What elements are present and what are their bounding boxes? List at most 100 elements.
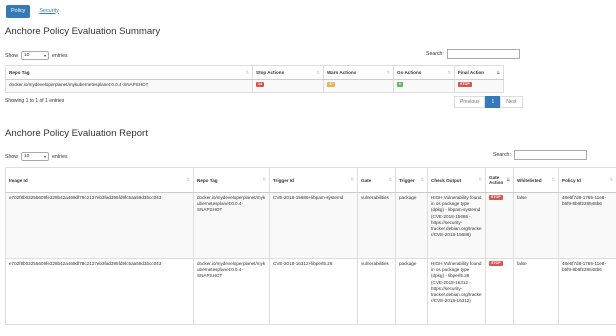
sort-icon: ⇅ — [551, 177, 555, 182]
col-label: Gate Action — [489, 175, 504, 185]
search-label: Search: — [426, 51, 444, 57]
entries-label: entries — [51, 153, 68, 160]
summary-search-input[interactable] — [446, 49, 520, 59]
col-repo-tag[interactable]: Repo Tag ⇅ — [193, 167, 270, 193]
repo-tag-cell: docker.io/mydeveloperplanet/mykubernetes… — [193, 192, 270, 259]
sort-icon: ⇅ — [245, 69, 249, 75]
sort-icon: ⇅ — [386, 69, 390, 75]
sort-icon: ⇅ — [262, 177, 266, 182]
image-id-cell: e702f8b03255609fe328b42a469df79c2137eb3f… — [5, 192, 194, 259]
gate-action-cell: STOP — [485, 258, 514, 325]
stop-count-badge: 14 — [256, 82, 264, 88]
col-image-id[interactable]: Image Id ⇅ — [5, 167, 194, 193]
warn-actions-cell: 37 — [323, 79, 394, 93]
gate-cell: vulnerabilities — [357, 192, 396, 259]
summary-page-size-select[interactable]: 10 ▾ — [20, 51, 49, 60]
summary-length-control: Show 10 ▾ entries — [5, 51, 68, 60]
report-search-input[interactable] — [513, 150, 587, 160]
col-trigger-id[interactable]: Trigger Id ⇅ — [269, 167, 358, 193]
summary-pagination: Previous 1 Next — [454, 96, 523, 108]
final-action-badge: STOP — [458, 82, 472, 88]
col-label: Repo Tag — [197, 177, 218, 183]
chevron-down-icon: ▾ — [43, 53, 46, 58]
col-label: Image Id — [9, 177, 28, 183]
gate-action-cell: STOP — [485, 192, 514, 259]
summary-info: Showing 1 to 1 of 1 entries — [5, 98, 65, 104]
sort-icon: ⇅ — [478, 177, 482, 182]
policy-id-cell: 48e6f7d8-1765-11e8-b5f9-8b6f228548b6 — [558, 258, 616, 325]
sort-icon: ⇅ — [316, 69, 320, 75]
col-gate[interactable]: Gate ⇅ — [357, 167, 396, 193]
report-length-control: Show 10 ▾ entries — [5, 152, 68, 161]
col-trigger[interactable]: Trigger ⇅ — [395, 167, 428, 193]
sort-icon: ⇅ — [350, 177, 354, 182]
search-label: Search: — [493, 152, 511, 158]
summary-search: Search: — [426, 49, 520, 59]
previous-button[interactable]: Previous — [454, 96, 486, 108]
page-1-button[interactable]: 1 — [485, 96, 501, 108]
col-final-action[interactable]: Final Action ⇊ — [454, 65, 504, 80]
policy-id-cell: 48e6f7d8-1765-11e8-b5f9-8b6f228548b6 — [558, 192, 616, 259]
trigger-cell: package — [395, 192, 428, 259]
go-actions-cell: 6 — [393, 79, 455, 93]
chevron-down-icon: ▾ — [43, 154, 46, 159]
sort-icon: ⇅ — [420, 177, 424, 182]
image-id-cell: e702f8b03255609fe328b42a469df79c2137eb3f… — [5, 258, 194, 325]
whitelisted-cell: false — [513, 258, 559, 325]
col-label: Warn Actions — [327, 70, 357, 75]
go-count-badge: 6 — [397, 82, 403, 88]
col-label: Whitelisted — [517, 177, 542, 183]
check-output-cell: HIGH Vulnerability found in os package t… — [427, 192, 486, 259]
page-size-value: 10 — [23, 154, 30, 159]
col-gate-action[interactable]: Gate Action ⇊ — [485, 167, 514, 193]
col-label: Repo Tag — [9, 70, 30, 75]
repo-tag-cell: docker.io/mydeveloperplanet/mykubernetes… — [193, 258, 270, 325]
table-row: e702f8b03255609fe328b42a469df79c2137eb3f… — [5, 192, 616, 259]
gate-cell: vulnerabilities — [357, 258, 396, 325]
gate-action-badge: STOP — [489, 261, 503, 267]
col-label: Trigger — [399, 177, 415, 183]
trigger-cell: package — [395, 258, 428, 325]
sort-icon: ⇅ — [186, 177, 190, 182]
show-label: Show — [5, 52, 18, 59]
sort-desc-icon: ⇊ — [496, 69, 500, 75]
report-page-size-select[interactable]: 10 ▾ — [20, 152, 49, 161]
trigger-id-cell: CVE-2018-15686+libpam-systemd — [269, 192, 358, 259]
col-policy-id[interactable]: Policy Id ⇅ — [558, 167, 616, 193]
next-button[interactable]: Next — [500, 96, 523, 108]
entries-label: entries — [51, 52, 68, 59]
col-check-output[interactable]: Check Output ⇅ — [427, 167, 486, 193]
col-label: Go Actions — [397, 70, 422, 75]
sort-icon: ⇅ — [388, 177, 392, 182]
summary-title: Anchore Policy Evaluation Summary — [5, 26, 161, 37]
col-stop-actions[interactable]: Stop Actions ⇅ — [252, 65, 324, 80]
col-label: Trigger Id — [273, 177, 294, 183]
col-label: Check Output — [431, 177, 462, 183]
col-label: Gate — [361, 177, 372, 183]
repo-tag-cell: docker.io/mydeveloperplanet/mykubernetes… — [5, 79, 253, 93]
summary-table: Repo Tag ⇅ Stop Actions ⇅ Warn Actions ⇅ Go… — [5, 65, 504, 93]
col-go-actions[interactable]: Go Actions ⇅ — [393, 65, 455, 80]
col-label: Final Action — [458, 70, 485, 75]
sort-desc-icon: ⇊ — [506, 177, 510, 182]
tab-security[interactable]: Security — [34, 5, 63, 18]
col-repo-tag[interactable]: Repo Tag ⇅ — [5, 65, 253, 80]
report-search: Search: — [493, 150, 587, 160]
col-warn-actions[interactable]: Warn Actions ⇅ — [323, 65, 394, 80]
show-label: Show — [5, 153, 18, 160]
gate-action-badge: STOP — [489, 195, 503, 201]
final-action-cell: STOP — [454, 79, 504, 93]
tab-policy[interactable]: Policy — [6, 4, 31, 18]
col-label: Policy Id — [562, 177, 581, 183]
col-whitelisted[interactable]: Whitelisted ⇅ — [513, 167, 559, 193]
table-row: e702f8b03255609fe328b42a469df79c2137eb3f… — [5, 258, 616, 325]
table-row: docker.io/mydeveloperplanet/mykubernetes… — [5, 79, 504, 93]
report-title: Anchore Policy Evaluation Report — [5, 128, 148, 139]
sort-icon: ⇅ — [609, 177, 613, 182]
nav-tabs: Policy Security — [6, 4, 64, 18]
col-label: Stop Actions — [256, 70, 285, 75]
trigger-id-cell: CVE-2018-16312+libperl5.28 — [269, 258, 358, 325]
report-table: Image Id ⇅ Repo Tag ⇅ Trigger Id ⇅ Gate ⇅ Tr… — [5, 167, 616, 325]
page-size-value: 10 — [23, 53, 30, 58]
whitelisted-cell: false — [513, 192, 559, 259]
